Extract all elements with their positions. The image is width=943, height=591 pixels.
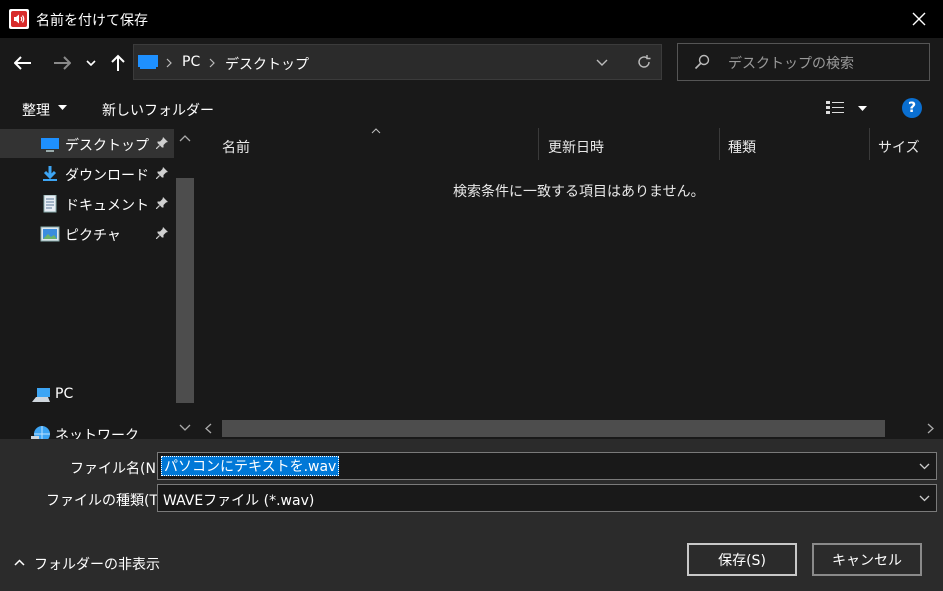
network-icon bbox=[31, 426, 50, 439]
cancel-button-label: キャンセル bbox=[832, 552, 902, 569]
document-icon bbox=[43, 195, 57, 213]
breadcrumb-item-pc[interactable]: PC bbox=[182, 54, 200, 70]
filetype-label: ファイルの種類(T): bbox=[46, 493, 169, 509]
computer-icon bbox=[32, 388, 50, 402]
sidebar-item-label: ダウンロード bbox=[65, 168, 149, 184]
hide-folders-label: フォルダーの非表示 bbox=[34, 557, 160, 573]
arrow-left-icon bbox=[14, 56, 31, 70]
refresh-button[interactable] bbox=[630, 48, 658, 76]
forward-button[interactable] bbox=[48, 49, 76, 77]
save-button-label: 保存(S) bbox=[718, 552, 766, 569]
close-button[interactable] bbox=[895, 0, 943, 38]
sidebar-item-pictures[interactable]: ピクチャ bbox=[0, 219, 174, 248]
speaker-app-icon bbox=[9, 9, 29, 29]
scroll-right-icon[interactable] bbox=[927, 423, 934, 434]
close-icon bbox=[912, 12, 926, 26]
scroll-left-icon[interactable] bbox=[205, 423, 212, 434]
save-button[interactable]: 保存(S) bbox=[687, 543, 797, 576]
pin-icon[interactable] bbox=[156, 137, 168, 149]
search-placeholder: デスクトップの検索 bbox=[728, 56, 854, 72]
sidebar-item-label: ドキュメント bbox=[65, 198, 149, 214]
chevron-down-icon bbox=[919, 495, 930, 502]
organize-label: 整理 bbox=[22, 103, 50, 119]
pc-monitor-icon bbox=[138, 55, 158, 69]
sidebar-item-pc[interactable]: PC bbox=[0, 380, 174, 409]
cancel-button[interactable]: キャンセル bbox=[812, 543, 922, 576]
sidebar-item-label: PC bbox=[55, 386, 74, 402]
view-options-button[interactable] bbox=[822, 96, 870, 122]
chevron-up-icon bbox=[14, 559, 25, 566]
filetype-value: WAVEファイル (*.wav) bbox=[163, 493, 315, 509]
sidebar-scrollbar-thumb[interactable] bbox=[176, 178, 194, 403]
caret-down-icon bbox=[58, 105, 67, 110]
desktop-icon bbox=[41, 138, 59, 152]
column-header-modified[interactable]: 更新日時 bbox=[548, 137, 604, 157]
breadcrumb-separator-icon bbox=[166, 58, 172, 68]
empty-list-message: 検索条件に一致する項目はありません。 bbox=[453, 184, 705, 200]
filetype-select[interactable]: WAVEファイル (*.wav) bbox=[157, 484, 937, 512]
caret-down-icon bbox=[858, 106, 867, 111]
column-header-name[interactable]: 名前 bbox=[222, 137, 250, 157]
new-folder-button[interactable]: 新しいフォルダー bbox=[102, 100, 214, 120]
recent-locations-button[interactable] bbox=[80, 49, 102, 77]
help-icon: ? bbox=[907, 100, 917, 116]
column-divider[interactable] bbox=[869, 128, 870, 160]
download-icon bbox=[43, 166, 57, 181]
pin-icon[interactable] bbox=[156, 197, 168, 209]
picture-icon bbox=[40, 226, 60, 242]
filename-field[interactable]: パソコンにテキストを.wav bbox=[157, 452, 937, 480]
sidebar-item-network[interactable]: ネットワーク bbox=[0, 419, 174, 439]
sidebar-item-label: ピクチャ bbox=[65, 228, 121, 244]
help-button[interactable]: ? bbox=[902, 98, 922, 118]
window-title: 名前を付けて保存 bbox=[36, 13, 148, 29]
refresh-icon bbox=[638, 55, 651, 68]
sidebar-item-downloads[interactable]: ダウンロード bbox=[0, 159, 174, 188]
sidebar-item-label: ネットワーク bbox=[55, 428, 139, 439]
pin-icon[interactable] bbox=[156, 227, 168, 239]
column-divider[interactable] bbox=[719, 128, 720, 160]
sort-ascending-icon bbox=[371, 128, 381, 134]
file-list[interactable] bbox=[196, 128, 943, 439]
arrow-right-icon bbox=[54, 56, 71, 70]
chevron-down-icon[interactable] bbox=[919, 463, 930, 470]
sidebar-item-documents[interactable]: ドキュメント bbox=[0, 189, 174, 218]
filename-value[interactable]: パソコンにテキストを.wav bbox=[161, 456, 340, 476]
filename-label: ファイル名(N): bbox=[70, 461, 167, 477]
horizontal-scrollbar-thumb[interactable] bbox=[222, 420, 885, 437]
pin-icon[interactable] bbox=[156, 167, 168, 179]
sidebar-item-desktop[interactable]: デスクトップ bbox=[0, 129, 174, 158]
sidebar-item-label: デスクトップ bbox=[65, 138, 149, 154]
scroll-up-icon[interactable] bbox=[179, 135, 191, 142]
column-header-type[interactable]: 種類 bbox=[728, 137, 756, 157]
chevron-down-icon bbox=[596, 59, 608, 66]
search-icon bbox=[694, 54, 710, 70]
breadcrumb-item-desktop[interactable]: デスクトップ bbox=[225, 54, 309, 74]
arrow-up-icon bbox=[111, 54, 125, 71]
up-button[interactable] bbox=[104, 49, 132, 77]
column-divider[interactable] bbox=[538, 128, 539, 160]
column-header-size[interactable]: サイズ bbox=[878, 137, 920, 157]
chevron-down-icon bbox=[86, 60, 96, 66]
scroll-down-icon[interactable] bbox=[179, 424, 191, 431]
breadcrumb-separator-icon bbox=[209, 58, 215, 68]
details-view-icon bbox=[826, 101, 844, 114]
address-history-button[interactable] bbox=[588, 48, 616, 76]
back-button[interactable] bbox=[9, 49, 37, 77]
